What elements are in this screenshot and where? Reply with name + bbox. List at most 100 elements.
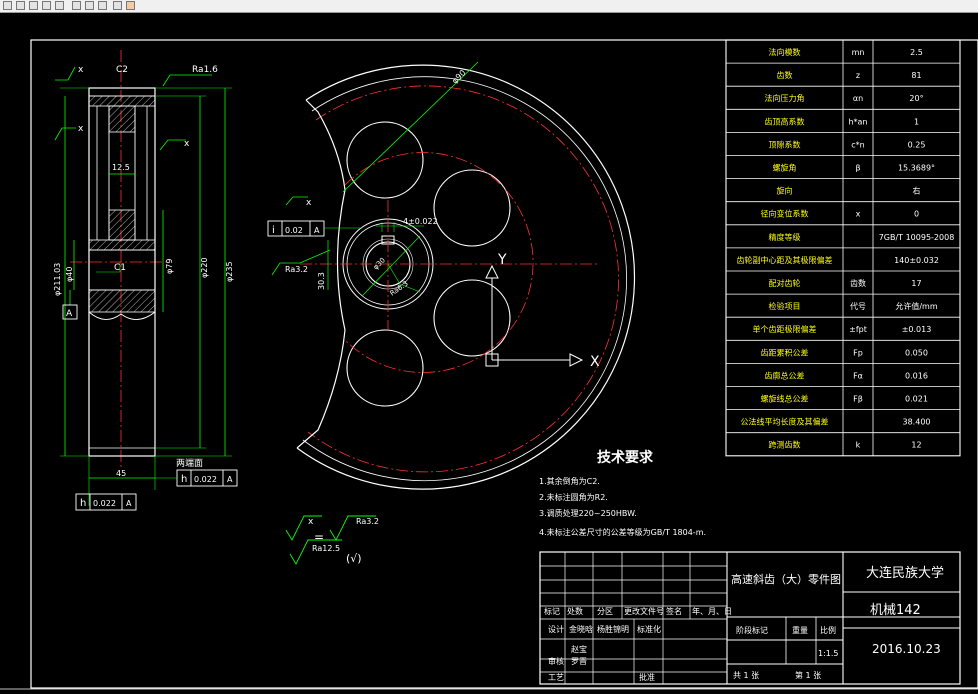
param-name: 齿距累积公差 (761, 347, 809, 357)
param-value: ±0.013 (902, 325, 932, 334)
fcf-bottom: h 0.022 A (75, 493, 137, 511)
axis-y-label: Y (497, 252, 507, 268)
param-value: 允许值/mm (895, 301, 937, 311)
fcf-front-symbol: i (272, 225, 275, 236)
print-icon[interactable] (42, 1, 51, 10)
cut-icon[interactable] (72, 1, 81, 10)
param-symbol: Fp (853, 348, 863, 357)
tol-leader-left (54, 127, 76, 141)
param-symbol: Fα (853, 371, 863, 380)
university-name: 大连民族大学 (866, 565, 944, 581)
process-label: 工艺 (548, 673, 564, 682)
fcf-right-datum: A (227, 475, 233, 484)
dim-phi220-label: φ220 (200, 257, 209, 278)
copy-icon[interactable] (85, 1, 94, 10)
dim-phi235-label: φ235 (225, 261, 234, 282)
width-dim-label: 45 (116, 469, 126, 478)
tol-x-right: x (184, 139, 190, 149)
tol-leader-front (285, 196, 308, 206)
drawing-date: 2016.10.23 (872, 642, 941, 656)
param-value: 12 (911, 441, 921, 450)
cad-drawing-canvas[interactable]: x C2 Ra1.6 x x 12.5 C1 φ79 φ220 φ235 φ21… (0, 12, 978, 694)
param-symbol: mn (852, 48, 865, 57)
sheet-number: 第 1 张 (795, 670, 821, 680)
ucs-x-arrow (569, 353, 584, 367)
tol-leader-top (55, 66, 76, 81)
bore-dim-label: φ30 (372, 256, 387, 271)
param-value: 38.400 (903, 418, 931, 427)
header-cell: 分区 (597, 607, 613, 616)
param-value: 2.5 (910, 48, 923, 57)
param-name: 径向变位系数 (761, 209, 809, 219)
stage-label: 阶段标记 (736, 625, 768, 635)
save-icon[interactable] (29, 1, 38, 10)
axis-x-label: X (590, 354, 600, 370)
param-value: 20° (909, 94, 923, 103)
tol-leader-right (159, 139, 186, 151)
tech-req-item-2: 2.未标注圆角为R2. (539, 492, 608, 502)
design-row-cell: 金晓晗 (569, 624, 593, 634)
key-depth-label: 30.3 (317, 272, 326, 290)
new-icon[interactable] (3, 1, 12, 10)
web-hole-3 (433, 279, 511, 357)
review-label: 审核 (548, 656, 564, 666)
dim-phi79-label: φ79 (165, 259, 174, 274)
face-label: 两端面 (176, 457, 203, 469)
param-name: 顶隙系数 (769, 139, 801, 149)
roughness-paren: (√) (346, 552, 362, 565)
param-name: 齿顶高系数 (765, 116, 805, 126)
param-name: 螺旋角 (773, 163, 797, 173)
scale-value: 1:1.5 (818, 649, 839, 658)
tol-x-left: x (78, 124, 84, 134)
hatch-hub-bottom (88, 289, 156, 313)
param-value: 0.021 (905, 395, 928, 404)
param-value: 140±0.032 (894, 256, 939, 265)
param-symbol: c*n (851, 140, 864, 149)
header-cell: 处数 (567, 606, 583, 616)
fcf-front-datum: A (314, 226, 320, 235)
param-name: 配对齿轮 (769, 278, 801, 288)
dim-phi40-label: φ40 (65, 267, 74, 282)
param-symbol: x (856, 210, 861, 219)
param-name: 法向压力角 (765, 93, 805, 103)
open-icon[interactable] (16, 1, 25, 10)
param-symbol: ±fpt (849, 325, 867, 334)
param-name: 单个齿距极限偏差 (753, 324, 817, 334)
param-value: 0.25 (908, 140, 926, 149)
header-cell: 签名 (666, 606, 682, 616)
paste-icon[interactable] (98, 1, 107, 10)
ra-bore-label: Ra3.2 (285, 265, 308, 274)
fcf-bottom-datum: A (126, 499, 132, 508)
title-block: 标记 处数 分区 更改文件号 签名 年、月、日设计 金晓晗 杨胜锦明 标准化赵宝审核 罗晋工艺 批准… (539, 551, 961, 685)
param-symbol: Fβ (853, 395, 863, 404)
tech-req-title: 技术要求 (597, 449, 654, 466)
param-value: 15.3689° (898, 164, 935, 173)
param-value: 右 (913, 186, 921, 196)
param-name: 法向模数 (769, 47, 801, 57)
web-hole-4 (346, 329, 424, 407)
param-symbol: 代号 (850, 301, 866, 311)
pitch-circle-arc (307, 85, 619, 473)
design-row-cell: 设计 (548, 624, 564, 634)
param-name: 齿数 (777, 70, 793, 80)
param-value: 1 (914, 117, 919, 126)
front-view: X Y φ90 x i 0.02 A 4±0.022 Ra3.2 30.3 φ3… (267, 61, 636, 490)
fcf-right-symbol: h (181, 474, 187, 485)
ra-top-label: Ra1.6 (192, 65, 218, 75)
param-value: 0.050 (905, 348, 928, 357)
hatch-hub-top (88, 239, 156, 251)
roughness-ra125: Ra12.5 (312, 544, 340, 553)
param-name: 检验项目 (769, 301, 801, 311)
param-name: 旋向 (777, 186, 793, 196)
roughness-note: x = Ra3.2 Ra12.5 (√) (285, 515, 379, 565)
preview-icon[interactable] (55, 1, 64, 10)
header-cell: 年、月、日 (692, 606, 732, 616)
redo-icon[interactable] (126, 1, 135, 10)
param-symbol: h*an (848, 117, 867, 126)
fcf-front-value: 0.02 (285, 226, 303, 235)
scale-label: 比例 (820, 625, 836, 635)
sheet-count: 共 1 张 (733, 671, 759, 680)
design-row-cell: 标准化 (637, 624, 661, 634)
param-symbol: k (856, 441, 861, 450)
undo-icon[interactable] (113, 1, 122, 10)
